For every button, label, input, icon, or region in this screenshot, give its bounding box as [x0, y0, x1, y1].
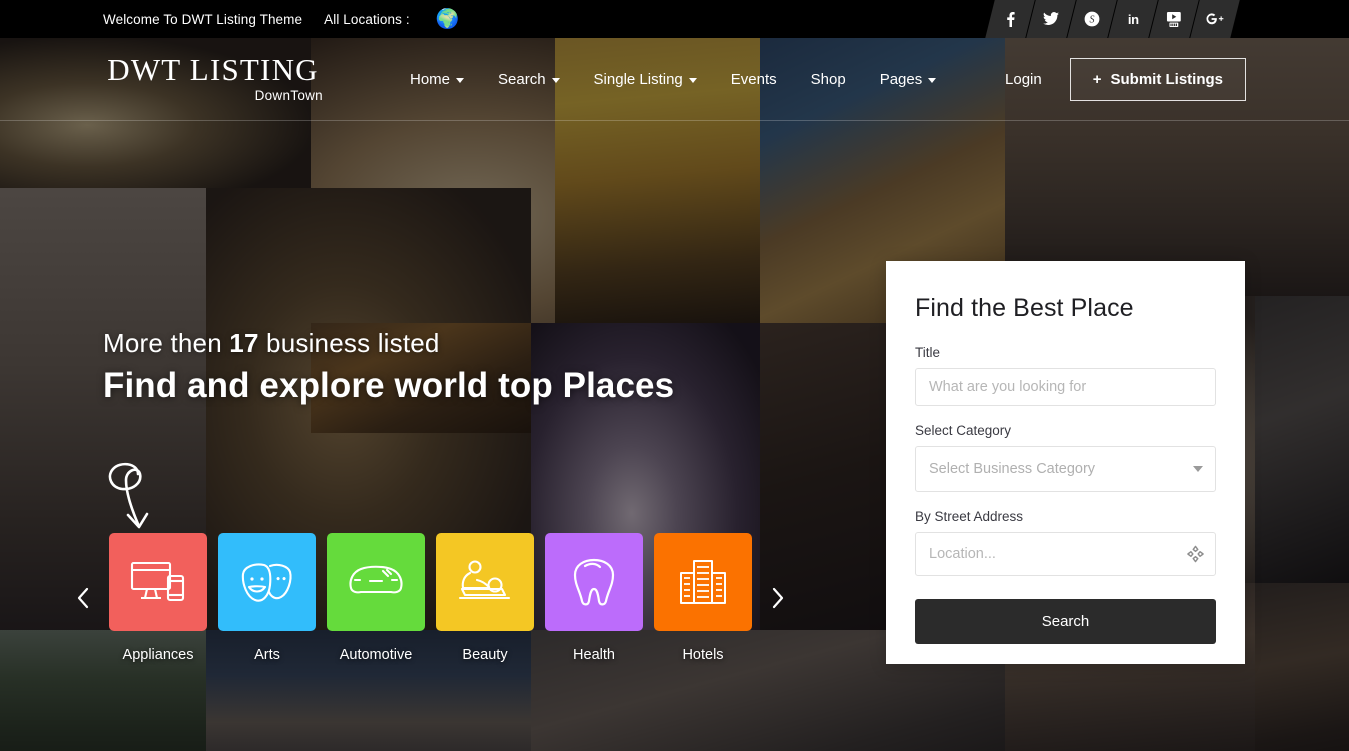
nav-item-shop[interactable]: Shop	[794, 71, 863, 88]
category-tile[interactable]	[654, 533, 752, 631]
globe-icon[interactable]: 🌍	[436, 10, 460, 29]
login-link[interactable]: Login	[977, 71, 1070, 88]
category-label: Automotive	[339, 647, 413, 663]
chevron-down-icon	[928, 77, 937, 83]
chevron-down-icon	[456, 77, 465, 83]
category-item-automotive[interactable]: Automotive	[327, 533, 425, 663]
hero-subline-prefix: More then	[103, 328, 230, 358]
nav-item-home[interactable]: Home	[393, 71, 481, 88]
hero-subline: More then 17 business listed	[103, 328, 674, 359]
category-item-health[interactable]: Health	[545, 533, 643, 663]
title-field-group: Title	[915, 345, 1216, 406]
hero-title: Find and explore world top Places	[103, 366, 675, 405]
hero-subline-suffix: business listed	[258, 328, 440, 358]
search-panel: Find the Best Place Title Select Categor…	[886, 261, 1245, 664]
category-tile[interactable]	[218, 533, 316, 631]
monitor-icon	[130, 559, 186, 605]
hero-business-count: 17	[229, 328, 259, 358]
chevron-down-icon	[688, 77, 697, 83]
category-tile[interactable]	[327, 533, 425, 631]
site-logo[interactable]: DWT LISTING DownTown	[103, 54, 323, 103]
address-input-wrap	[915, 532, 1216, 576]
category-item-beauty[interactable]: Beauty	[436, 533, 534, 663]
nav-label: Pages	[879, 70, 923, 88]
category-select-wrap: Select Business Category	[915, 446, 1216, 492]
nav-label: Home	[410, 70, 451, 88]
tooth-icon	[572, 557, 616, 607]
googleplus-icon[interactable]	[1190, 0, 1240, 38]
category-tile[interactable]	[436, 533, 534, 631]
logo-subtitle: DownTown	[254, 88, 323, 103]
category-label: Select Category	[915, 423, 1012, 438]
logo-title: DWT LISTING	[107, 52, 319, 87]
panel-title: Find the Best Place	[915, 294, 1134, 322]
category-item-arts[interactable]: Arts	[218, 533, 316, 663]
category-select[interactable]: Select Business Category	[915, 446, 1216, 492]
car-icon	[347, 562, 405, 602]
category-label: Beauty	[462, 647, 508, 663]
top-bar: Welcome To DWT Listing Theme All Locatio…	[0, 0, 1349, 38]
carousel-next-button[interactable]	[761, 568, 795, 628]
building-icon	[677, 557, 729, 607]
category-tile[interactable]	[109, 533, 207, 631]
chevron-down-icon	[551, 77, 560, 83]
category-item-hotels[interactable]: Hotels	[654, 533, 752, 663]
category-label: Health	[573, 647, 615, 663]
nav-label: Search	[498, 70, 546, 88]
nav-item-search[interactable]: Search	[481, 71, 577, 88]
masks-icon	[240, 559, 294, 605]
title-label: Title	[915, 345, 941, 360]
address-field-group: By Street Address	[915, 509, 1216, 576]
search-title-input[interactable]	[915, 368, 1216, 406]
social-links: S in	[985, 0, 1240, 38]
carousel-prev-button[interactable]	[66, 568, 100, 628]
location-input[interactable]	[915, 532, 1216, 576]
chevron-down-icon[interactable]	[1193, 466, 1203, 472]
submit-listings-label: Submit Listings	[1110, 70, 1224, 88]
category-label: Hotels	[682, 647, 724, 663]
topbar-left-group: Welcome To DWT Listing Theme All Locatio…	[103, 0, 459, 38]
nav-divider	[0, 120, 1349, 121]
nav-item-single-listing[interactable]: Single Listing	[577, 71, 714, 88]
category-item-appliances[interactable]: Appliances	[109, 533, 207, 663]
nav-label: Single Listing	[593, 70, 683, 88]
address-label: By Street Address	[915, 509, 1024, 524]
category-tile[interactable]	[545, 533, 643, 631]
hero-headline-group: More then 17 business listed Find and ex…	[103, 328, 674, 406]
search-button[interactable]: Search	[915, 599, 1216, 644]
category-label: Arts	[254, 647, 280, 663]
hero-section: More then 17 business listed Find and ex…	[0, 38, 1349, 751]
nav-actions: Login + Submit Listings	[977, 38, 1246, 120]
nav-label: Shop	[810, 70, 846, 88]
nav-item-events[interactable]: Events	[714, 71, 794, 88]
all-locations-label[interactable]: All Locations :	[324, 12, 410, 27]
category-list: Appliances Arts Automotive Beauty Health…	[109, 533, 752, 663]
crosshair-icon[interactable]	[1186, 545, 1205, 564]
nav-label: Events	[730, 70, 777, 88]
category-label: Appliances	[122, 647, 194, 663]
welcome-text: Welcome To DWT Listing Theme	[103, 11, 303, 27]
category-field-group: Select Category Select Business Category	[915, 423, 1216, 492]
plus-icon: +	[1092, 70, 1102, 88]
nav-item-pages[interactable]: Pages	[863, 71, 954, 88]
main-navigation: Home Search Single Listing Events Shop P…	[393, 38, 953, 120]
submit-listings-button[interactable]: + Submit Listings	[1069, 57, 1246, 101]
category-carousel: Appliances Arts Automotive Beauty Health…	[66, 503, 806, 693]
svg-text:S: S	[1090, 15, 1095, 26]
massage-icon	[457, 559, 513, 605]
